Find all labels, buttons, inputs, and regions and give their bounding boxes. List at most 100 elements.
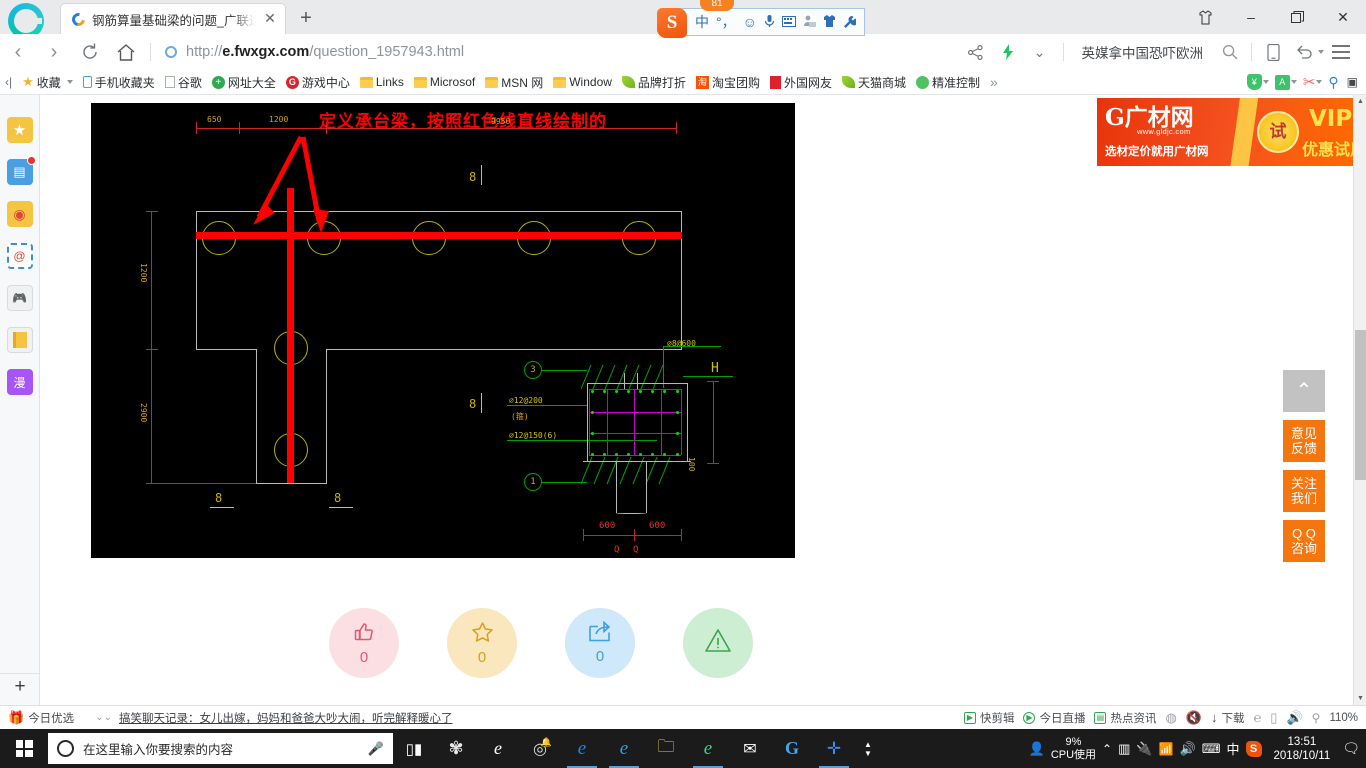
ie-blue-icon[interactable]: e bbox=[561, 729, 603, 768]
minimize-button[interactable]: – bbox=[1228, 0, 1274, 34]
bookmark-item-foreign-friends[interactable]: 外国网友 bbox=[765, 71, 837, 93]
volume-icon[interactable]: 🔊 bbox=[1180, 741, 1196, 757]
sidebar-item-games[interactable]: 🎮 bbox=[6, 285, 33, 311]
chevron-down-icon[interactable] bbox=[1290, 80, 1297, 84]
bookmark-item-site-directory[interactable]: + 网址大全 bbox=[207, 71, 281, 93]
qq-consult-button[interactable]: Q Q 咨询 bbox=[1283, 520, 1325, 562]
ime-emoji-icon[interactable]: ☺ bbox=[743, 15, 757, 29]
ime-voice-icon[interactable] bbox=[764, 14, 775, 30]
ie-classic-icon[interactable]: e bbox=[603, 729, 645, 768]
bookmark-item-favorites[interactable]: ★ 收藏 bbox=[17, 71, 78, 93]
chevron-down-icon[interactable] bbox=[1316, 80, 1323, 84]
sogou-ime-toolbar[interactable]: S 中 °， ☺ bbox=[657, 8, 865, 38]
expand-icon[interactable]: ⌄⌄ bbox=[95, 712, 112, 723]
reload-button[interactable] bbox=[72, 35, 108, 69]
undo-caret-icon[interactable] bbox=[1318, 50, 1324, 54]
battery-icon[interactable]: ▥ bbox=[1118, 741, 1130, 757]
live-today-tool[interactable]: ▶ 今日直播 bbox=[1023, 710, 1085, 726]
quick-edit-tool[interactable]: ▶ 快剪辑 bbox=[963, 710, 1014, 726]
scrollbar-thumb[interactable] bbox=[1355, 330, 1366, 480]
daily-picks-entry[interactable]: 🎁 今日优选 bbox=[8, 710, 74, 726]
bookmark-item-game-center[interactable]: G 游戏中心 bbox=[281, 71, 355, 93]
bookmarks-scroll-left[interactable]: ‹| bbox=[0, 71, 17, 93]
ime-skin-icon[interactable] bbox=[823, 15, 836, 29]
window-icon[interactable]: ▯ bbox=[1270, 710, 1277, 726]
bookmark-item-precise-control[interactable]: 精准控制 bbox=[911, 71, 985, 93]
scissors-icon[interactable]: ✂ bbox=[1303, 73, 1316, 91]
keyboard-icon[interactable]: ⌨ bbox=[1202, 741, 1221, 757]
forward-button[interactable]: › bbox=[36, 35, 72, 69]
sidebar-item-email[interactable]: @ bbox=[6, 243, 33, 269]
clock[interactable]: 13:51 2018/10/11 bbox=[1268, 735, 1337, 763]
collect-icon[interactable] bbox=[1182, 0, 1228, 34]
bookmark-item-tmall[interactable]: 天猫商城 bbox=[837, 71, 911, 93]
back-button[interactable]: ‹ bbox=[0, 35, 36, 69]
report-button[interactable] bbox=[683, 608, 753, 678]
chevron-down-icon[interactable] bbox=[66, 80, 73, 84]
sidebar-item-weibo[interactable]: ◉ bbox=[6, 201, 33, 227]
maximize-button[interactable] bbox=[1274, 0, 1320, 34]
download-tool[interactable]: ↓ 下载 bbox=[1211, 710, 1245, 726]
bookmark-item-microsoft[interactable]: Microsof bbox=[409, 71, 480, 93]
zoom-search-icon[interactable]: ⚲ bbox=[1312, 711, 1321, 725]
advertisement-banner[interactable]: G广材网 www.gldjc.com 选材定价就用广材网 试 VIP 优惠试用 bbox=[1097, 98, 1353, 166]
translate-icon[interactable]: A bbox=[1274, 74, 1290, 90]
sidebar-item-news[interactable]: ▤ bbox=[6, 156, 36, 185]
tab-close-icon[interactable]: ✕ bbox=[261, 10, 279, 28]
zoom-level[interactable]: 110% bbox=[1329, 712, 1358, 724]
lightning-icon[interactable] bbox=[993, 35, 1023, 69]
address-bar[interactable]: http://e.fwxgx.com/question_1957943.html bbox=[165, 35, 961, 69]
browser-360-icon[interactable]: e bbox=[687, 729, 729, 768]
ime-settings-icon[interactable] bbox=[843, 15, 858, 30]
bookmark-item-links[interactable]: Links bbox=[355, 71, 409, 93]
ime-punctuation-icon[interactable]: °， bbox=[716, 15, 736, 29]
taskbar-search-box[interactable]: 在这里输入你要搜索的内容 🎤 bbox=[48, 733, 393, 764]
menu-icon[interactable] bbox=[1326, 35, 1356, 69]
close-button[interactable]: ✕ bbox=[1320, 0, 1366, 34]
scroll-down-arrow[interactable]: ▼ bbox=[1354, 692, 1366, 705]
mute-mic-icon[interactable]: 🔇 bbox=[1186, 710, 1202, 726]
bookmark-item-msn[interactable]: MSN 网 bbox=[480, 71, 548, 93]
site-info-icon[interactable] bbox=[165, 46, 177, 58]
favorite-button[interactable]: 0 bbox=[447, 608, 517, 678]
ime-user-icon[interactable] bbox=[803, 15, 816, 29]
sidebar-item-bookshelf[interactable] bbox=[6, 327, 33, 353]
ime-mode-indicator[interactable]: 中 bbox=[1227, 739, 1240, 758]
bookmark-item-mobile-favorites[interactable]: 手机收藏夹 bbox=[78, 71, 160, 93]
tray-expand-icon[interactable]: ⌃ bbox=[1102, 742, 1112, 756]
people-icon[interactable]: 👤 bbox=[1029, 741, 1045, 757]
volume-icon[interactable]: 🔊 bbox=[1286, 710, 1302, 726]
undo-icon[interactable] bbox=[1290, 35, 1320, 69]
ime-keyboard-icon[interactable] bbox=[781, 15, 796, 29]
grid-add-icon[interactable]: ▣ bbox=[1347, 75, 1358, 89]
mail-icon[interactable]: ✉ bbox=[729, 729, 771, 768]
new-tab-button[interactable]: + bbox=[286, 3, 326, 34]
edge-icon[interactable]: e bbox=[477, 729, 519, 768]
bookmark-item-window[interactable]: Window bbox=[548, 71, 617, 93]
scroll-up-arrow[interactable]: ▲ bbox=[1354, 95, 1366, 108]
e-icon[interactable]: ℮ bbox=[1253, 710, 1261, 725]
blue-app-icon[interactable]: ✛ bbox=[813, 729, 855, 768]
search-icon[interactable] bbox=[1215, 35, 1245, 69]
shield-yen-icon[interactable]: ¥ bbox=[1246, 74, 1262, 90]
like-button[interactable]: 0 bbox=[329, 608, 399, 678]
start-button[interactable] bbox=[0, 729, 48, 768]
wifi-icon[interactable]: 📶 bbox=[1159, 742, 1174, 756]
follow-us-button[interactable]: 关注 我们 bbox=[1283, 470, 1325, 512]
spiral-app-icon[interactable]: ◎ 🔔 bbox=[519, 729, 561, 768]
g-app-icon[interactable]: G bbox=[771, 729, 813, 768]
sogou-tray-icon[interactable]: S bbox=[1245, 740, 1262, 757]
microphone-icon[interactable]: 🎤 bbox=[368, 741, 384, 757]
bookmark-item-google[interactable]: 谷歌 bbox=[160, 71, 207, 93]
magnifier-icon[interactable]: ⚲ bbox=[1328, 74, 1338, 91]
page-scrollbar[interactable]: ▲ ▼ bbox=[1353, 95, 1366, 705]
home-button[interactable] bbox=[108, 35, 144, 69]
bookmark-item-taobao[interactable]: 淘 淘宝团购 bbox=[691, 71, 765, 93]
feedback-button[interactable]: 意见 反馈 bbox=[1283, 420, 1325, 462]
chevron-down-icon[interactable] bbox=[1262, 80, 1269, 84]
hot-news-tool[interactable]: ▤ 热点资讯 bbox=[1094, 710, 1156, 726]
notification-icon[interactable]: 🗨 bbox=[1342, 740, 1360, 757]
plug-icon[interactable]: 🔌 bbox=[1136, 741, 1152, 757]
file-explorer-icon[interactable]: 🗀 bbox=[645, 729, 687, 768]
sidebar-item-comics[interactable]: 漫 bbox=[6, 369, 33, 395]
